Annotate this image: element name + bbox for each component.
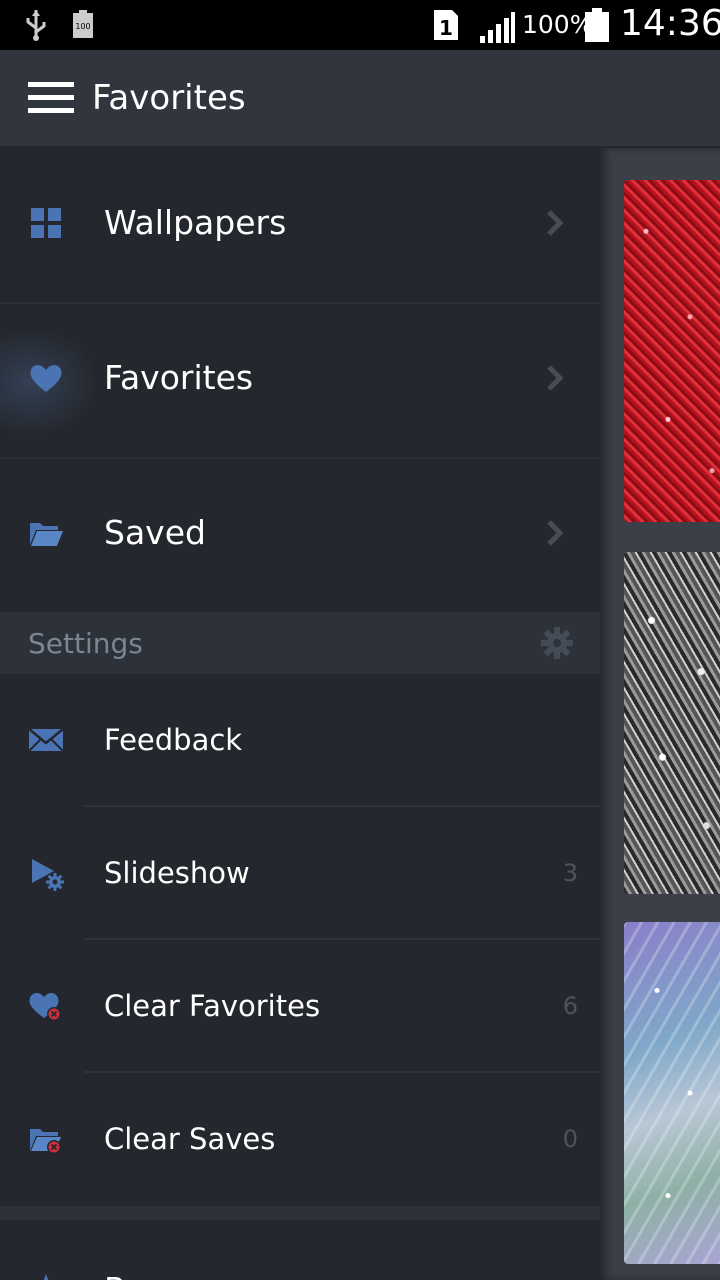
status-bar: 100 1 100% 14:36 [0,0,720,50]
nav-item-rate[interactable]: R [0,1220,600,1280]
gear-icon [541,627,573,659]
settings-item-clear-saves[interactable]: Clear Saves 0 [0,1073,600,1206]
section-divider [0,1206,600,1220]
folder-open-icon [30,523,63,546]
chevron-right-icon [547,520,564,546]
nav-item-label: Saved [104,513,206,552]
nav-item-wallpapers[interactable]: Wallpapers [0,148,600,304]
heart-clear-icon [29,992,61,1021]
sim-1-icon: 1 [434,10,458,40]
hamburger-menu-icon[interactable] [28,82,74,114]
slideshow-settings-icon [32,859,64,891]
settings-item-clear-favorites[interactable]: Clear Favorites 6 [0,940,600,1073]
wallpaper-thumbnail[interactable] [624,922,720,1264]
usb-icon [26,10,46,41]
envelope-icon [28,728,64,752]
settings-section-header: Settings [0,612,600,674]
nav-item-saved[interactable]: Saved [0,458,600,614]
folder-clear-icon [30,1129,61,1154]
nav-item-label: R [104,1270,127,1280]
nav-item-favorites[interactable]: Favorites [0,303,600,459]
chevron-right-icon [547,365,564,391]
settings-item-label: Clear Favorites [104,989,321,1023]
heart-icon [30,365,62,392]
signal-icon [480,12,515,43]
clock: 14:36 [620,3,720,44]
favorites-grid [600,148,720,1280]
settings-item-feedback[interactable]: Feedback [0,674,600,807]
settings-item-label: Feedback [104,723,243,757]
item-count: 3 [562,859,578,887]
wallpaper-thumbnail[interactable] [624,180,720,522]
chevron-right-icon [547,210,564,236]
item-count: 0 [562,1125,578,1153]
page-title: Favorites [92,78,246,118]
sim-slot-number: 1 [439,16,453,40]
nav-item-label: Wallpapers [104,203,287,242]
small-battery-label: 100 [75,22,90,31]
battery-icon [585,8,609,42]
nav-item-label: Favorites [104,358,254,397]
item-count: 6 [562,992,578,1020]
battery-percent: 100% [522,10,594,39]
app-bar: Favorites [0,50,720,148]
section-title: Settings [28,627,143,660]
star-icon [43,1274,49,1280]
settings-item-slideshow[interactable]: Slideshow 3 [0,807,600,940]
settings-item-label: Slideshow [104,856,250,890]
grid-icon [31,208,61,238]
navigation-drawer: Wallpapers Favorites Saved Settings Feed… [0,148,600,1280]
settings-item-label: Clear Saves [104,1122,276,1156]
battery-full-small-icon: 100 [73,10,93,38]
wallpaper-thumbnail[interactable] [624,552,720,894]
